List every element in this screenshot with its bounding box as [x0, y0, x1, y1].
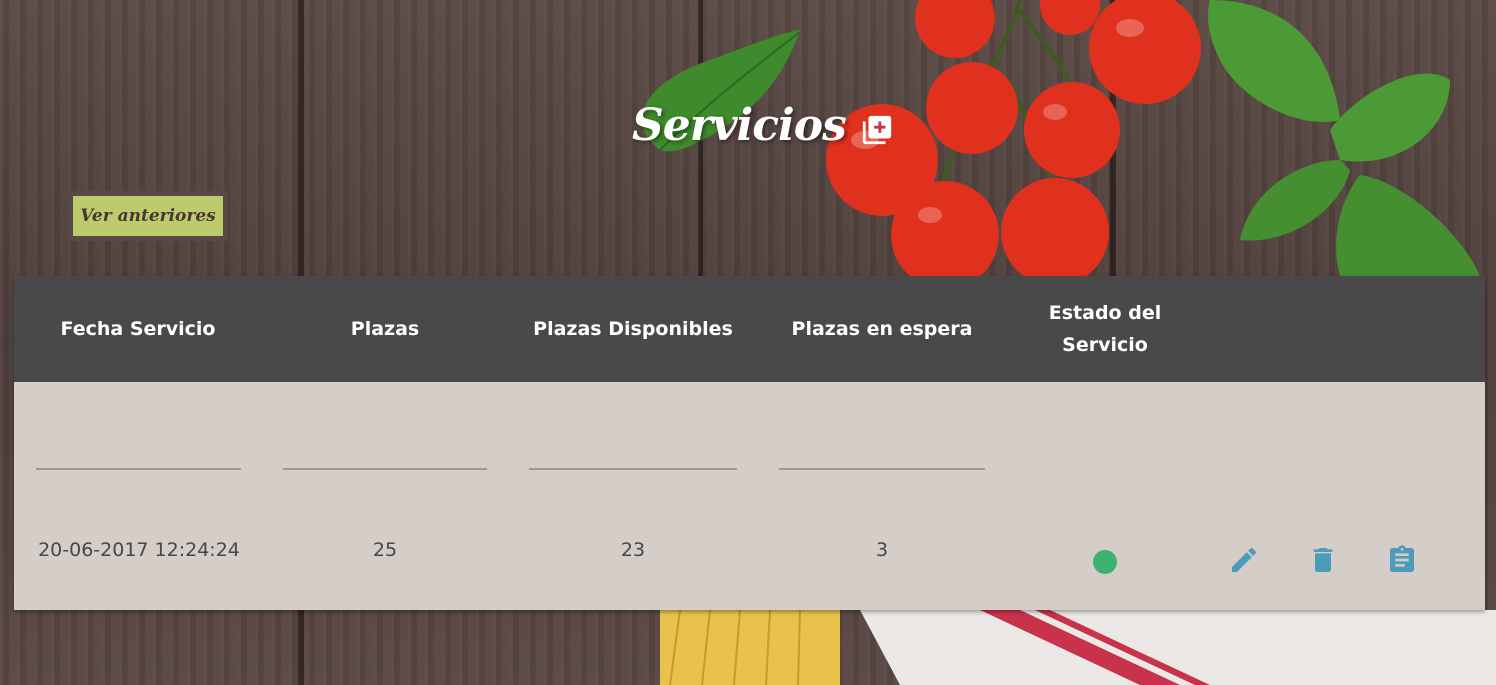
services-table: Fecha Servicio Plazas Plazas Disponibles…	[14, 276, 1485, 610]
column-header-espera[interactable]: Plazas en espera	[779, 276, 985, 382]
filter-plazas-input[interactable]	[283, 436, 491, 470]
column-header-plazas[interactable]: Plazas	[284, 276, 486, 382]
page-title: Servicios	[632, 100, 847, 151]
filter-fecha-underline	[36, 468, 241, 470]
cell-plazas: 25	[372, 539, 398, 561]
delete-icon[interactable]	[1307, 544, 1339, 576]
edit-icon[interactable]	[1228, 544, 1260, 576]
filter-disponibles-underline	[529, 468, 737, 470]
table-header: Fecha Servicio Plazas Plazas Disponibles…	[14, 276, 1485, 382]
filter-fecha-input[interactable]	[36, 436, 245, 470]
filter-disponibles-input[interactable]	[529, 436, 741, 470]
filter-espera-input[interactable]	[779, 436, 989, 470]
add-box-icon[interactable]	[860, 113, 894, 147]
filter-plazas-underline	[283, 468, 487, 470]
column-header-estado[interactable]: Estado del Servicio	[1039, 276, 1171, 382]
pasta-towel-decoration	[660, 610, 1496, 685]
ver-anteriores-button[interactable]: Ver anteriores	[68, 191, 228, 241]
cell-disponibles: 23	[620, 539, 646, 561]
clipboard-icon[interactable]	[1386, 544, 1418, 576]
filter-espera-underline	[779, 468, 985, 470]
cell-espera: 3	[875, 539, 889, 561]
column-header-fecha[interactable]: Fecha Servicio	[38, 276, 238, 382]
page-header: Servicios	[632, 100, 894, 151]
cell-fecha: 20-06-2017 12:24:24	[38, 539, 240, 561]
status-active-indicator	[1093, 550, 1117, 574]
column-header-disponibles[interactable]: Plazas Disponibles	[529, 276, 737, 382]
